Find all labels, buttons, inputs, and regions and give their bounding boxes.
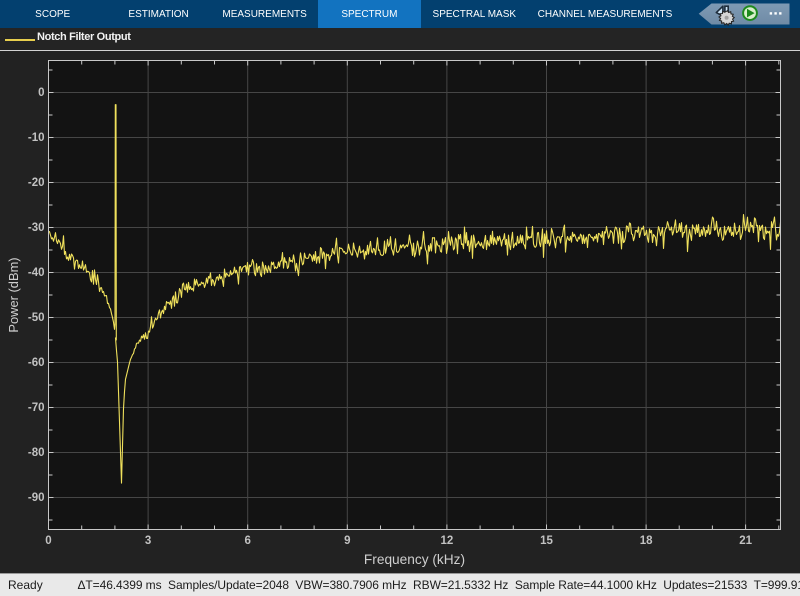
svg-text:-10: -10 <box>28 132 45 144</box>
svg-text:12: 12 <box>441 535 454 547</box>
svg-text:0: 0 <box>45 535 51 547</box>
svg-text:-80: -80 <box>28 447 45 459</box>
svg-text:-30: -30 <box>28 222 45 234</box>
svg-text:9: 9 <box>344 535 350 547</box>
svg-text:Frequency (kHz): Frequency (kHz) <box>364 552 465 567</box>
svg-text:18: 18 <box>640 535 653 547</box>
svg-text:6: 6 <box>244 535 250 547</box>
svg-text:0: 0 <box>38 87 44 99</box>
svg-text:3: 3 <box>145 535 151 547</box>
svg-text:-50: -50 <box>28 312 45 324</box>
svg-text:21: 21 <box>739 535 752 547</box>
svg-text:-60: -60 <box>28 357 45 369</box>
svg-text:-70: -70 <box>28 402 45 414</box>
svg-text:15: 15 <box>540 535 553 547</box>
svg-text:Power (dBm): Power (dBm) <box>6 257 21 332</box>
svg-text:-40: -40 <box>28 267 45 279</box>
svg-text:-90: -90 <box>28 492 45 504</box>
svg-text:-20: -20 <box>28 177 45 189</box>
